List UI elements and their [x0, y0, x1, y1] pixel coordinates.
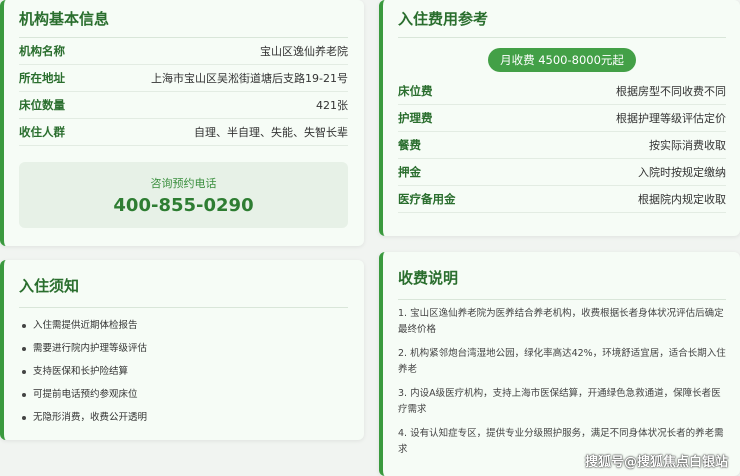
list-item: 无隐形消费，收费公开透明: [19, 406, 348, 429]
info-label: 所在地址: [19, 71, 65, 85]
fee-value: 根据房型不同收费不同: [616, 85, 726, 98]
fee-row-bed: 床位费 根据房型不同收费不同: [398, 78, 726, 105]
fee-row-deposit: 押金 入院时按规定缴纳: [398, 159, 726, 186]
fee-value: 根据护理等级评估定价: [616, 112, 726, 125]
explain-card: 收费说明 1. 宝山区逸仙养老院为医养结合养老机构，收费根据长者身体状况评估后确…: [379, 252, 740, 476]
info-title: 机构基本信息: [19, 8, 348, 38]
info-label: 收住人群: [19, 125, 65, 139]
list-item: 3. 内设A级医疗机构，支持上海市医保结算，开通绿色急救通道，保障长者医疗需求: [398, 388, 721, 415]
fee-label: 床位费: [398, 84, 433, 98]
info-value: 上海市宝山区吴淞街道塘后支路19-21号: [151, 72, 348, 85]
fee-row-medical: 医疗备用金 根据院内规定收取: [398, 186, 726, 213]
info-row-address: 所在地址 上海市宝山区吴淞街道塘后支路19-21号: [19, 65, 348, 92]
info-row-beds: 床位数量 421张: [19, 92, 348, 119]
fees-title: 入住费用参考: [398, 8, 726, 38]
info-row-name: 机构名称 宝山区逸仙养老院: [19, 38, 348, 65]
watermark: 搜狐号@搜狐焦点白银站: [584, 455, 728, 470]
notice-title: 入住须知: [19, 274, 348, 308]
info-row-residents: 收住人群 自理、半自理、失能、失智长辈: [19, 119, 348, 146]
list-item: 可提前电话预约参观床位: [19, 383, 348, 406]
info-value: 421张: [316, 99, 348, 112]
info-value: 宝山区逸仙养老院: [260, 45, 348, 58]
notice-list: 入住需提供近期体检报告 需要进行院内护理等级评估 支持医保和长护险结算 可提前电…: [19, 314, 348, 429]
fee-row-care: 护理费 根据护理等级评估定价: [398, 105, 726, 132]
notice-card: 入住须知 入住需提供近期体检报告 需要进行院内护理等级评估 支持医保和长护险结算…: [0, 260, 364, 440]
list-item: 支持医保和长护险结算: [19, 360, 348, 383]
info-label: 床位数量: [19, 98, 65, 112]
info-value: 自理、半自理、失能、失智长辈: [194, 126, 348, 139]
explain-title: 收费说明: [398, 266, 726, 300]
info-label: 机构名称: [19, 44, 65, 58]
explain-list: 1. 宝山区逸仙养老院为医养结合养老机构，收费根据长者身体状况评估后确定最终价格…: [398, 306, 726, 457]
fee-row-meal: 餐费 按实际消费收取: [398, 132, 726, 159]
phone-number-link[interactable]: 400-855-0290: [19, 195, 348, 216]
list-item: 2. 机构紧邻炮台湾湿地公园，绿化率高达42%，环境舒适宜居，适合长期入住养老: [398, 348, 726, 375]
fee-value: 入院时按规定缴纳: [638, 166, 726, 179]
list-item: 需要进行院内护理等级评估: [19, 337, 348, 360]
list-item: 1. 宝山区逸仙养老院为医养结合养老机构，收费根据长者身体状况评估后确定最终价格: [398, 308, 724, 335]
fee-value: 按实际消费收取: [649, 139, 726, 152]
info-card: 机构基本信息 机构名称 宝山区逸仙养老院 所在地址 上海市宝山区吴淞街道塘后支路…: [0, 0, 364, 246]
list-item: 入住需提供近期体检报告: [19, 314, 348, 337]
fee-label: 医疗备用金: [398, 192, 456, 206]
phone-label: 咨询预约电话: [150, 177, 217, 190]
phone-box[interactable]: 咨询预约电话 400-855-0290: [19, 162, 348, 228]
fee-label: 押金: [398, 165, 421, 179]
fees-card: 入住费用参考 月收费 4500-8000元起 床位费 根据房型不同收费不同 护理…: [379, 0, 740, 236]
fee-value: 根据院内规定收取: [638, 193, 726, 206]
fee-label: 餐费: [398, 138, 421, 152]
fee-label: 护理费: [398, 111, 433, 125]
monthly-fee-badge: 月收费 4500-8000元起: [488, 48, 636, 72]
